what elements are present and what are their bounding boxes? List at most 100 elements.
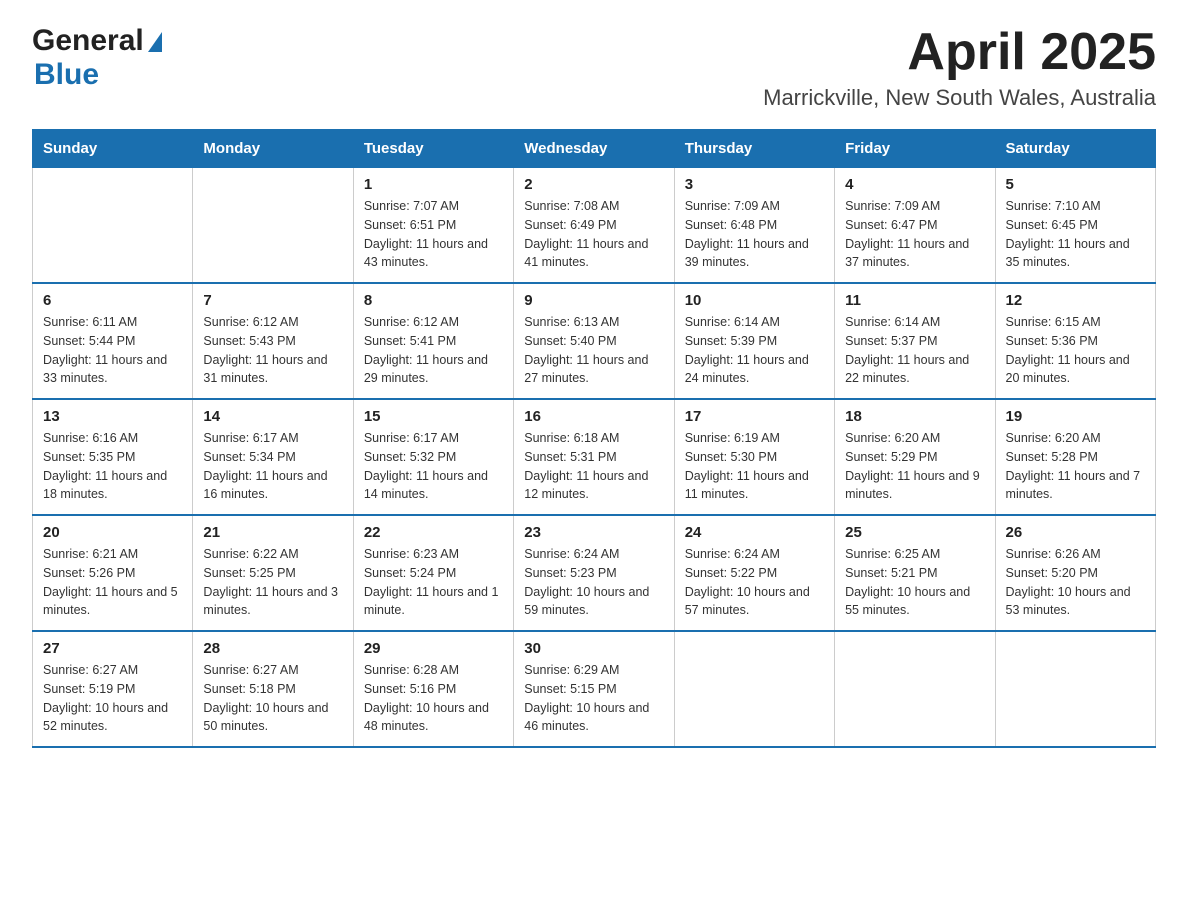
calendar-cell: 9 Sunrise: 6:13 AMSunset: 5:40 PMDaylight… (514, 283, 674, 399)
day-detail: Sunrise: 7:08 AMSunset: 6:49 PMDaylight:… (524, 197, 663, 272)
day-number: 20 (43, 524, 182, 541)
day-detail: Sunrise: 6:14 AMSunset: 5:37 PMDaylight:… (845, 313, 984, 388)
calendar-week-row: 20 Sunrise: 6:21 AMSunset: 5:26 PMDayligh… (33, 515, 1156, 631)
calendar-cell: 16Sunrise: 6:18 AMSunset: 5:31 PMDayligh… (514, 399, 674, 515)
day-detail: Sunrise: 6:15 AMSunset: 5:36 PMDaylight:… (1006, 313, 1145, 388)
calendar-cell: 4 Sunrise: 7:09 AMSunset: 6:47 PMDaylight… (835, 168, 995, 284)
day-detail: Sunrise: 6:21 AMSunset: 5:26 PMDaylight:… (43, 545, 182, 620)
day-number: 4 (845, 176, 984, 193)
calendar-week-row: 1 Sunrise: 7:07 AMSunset: 6:51 PMDaylight… (33, 168, 1156, 284)
day-number: 30 (524, 640, 663, 657)
day-detail: Sunrise: 6:24 AMSunset: 5:23 PMDaylight:… (524, 545, 663, 620)
calendar-header-row: SundayMondayTuesdayWednesdayThursdayFrid… (33, 130, 1156, 168)
day-number: 10 (685, 292, 824, 309)
calendar-cell: 15 Sunrise: 6:17 AMSunset: 5:32 PMDayligh… (353, 399, 513, 515)
day-number: 11 (845, 292, 984, 309)
day-detail: Sunrise: 6:19 AMSunset: 5:30 PMDaylight:… (685, 429, 824, 504)
logo-triangle (148, 32, 162, 52)
day-number: 14 (203, 408, 342, 425)
day-number: 28 (203, 640, 342, 657)
calendar-cell: 28 Sunrise: 6:27 AMSunset: 5:18 PMDayligh… (193, 631, 353, 747)
day-detail: Sunrise: 6:27 AMSunset: 5:19 PMDaylight:… (43, 661, 182, 736)
day-detail: Sunrise: 6:18 AMSunset: 5:31 PMDaylight:… (524, 429, 663, 504)
day-detail: Sunrise: 6:16 AMSunset: 5:35 PMDaylight:… (43, 429, 182, 504)
calendar-cell: 30 Sunrise: 6:29 AMSunset: 5:15 PMDayligh… (514, 631, 674, 747)
calendar-week-row: 13 Sunrise: 6:16 AMSunset: 5:35 PMDayligh… (33, 399, 1156, 515)
day-number: 22 (364, 524, 503, 541)
day-number: 29 (364, 640, 503, 657)
day-number: 7 (203, 292, 342, 309)
day-detail: Sunrise: 6:17 AMSunset: 5:32 PMDaylight:… (364, 429, 503, 504)
calendar-cell: 20 Sunrise: 6:21 AMSunset: 5:26 PMDayligh… (33, 515, 193, 631)
calendar-cell: 18Sunrise: 6:20 AMSunset: 5:29 PMDayligh… (835, 399, 995, 515)
day-number: 25 (845, 524, 984, 541)
calendar-cell: 24 Sunrise: 6:24 AMSunset: 5:22 PMDayligh… (674, 515, 834, 631)
day-detail: Sunrise: 6:12 AMSunset: 5:41 PMDaylight:… (364, 313, 503, 388)
calendar-header-sunday: Sunday (33, 130, 193, 168)
calendar-cell: 14 Sunrise: 6:17 AMSunset: 5:34 PMDayligh… (193, 399, 353, 515)
day-detail: Sunrise: 6:22 AMSunset: 5:25 PMDaylight:… (203, 545, 342, 620)
calendar-header-tuesday: Tuesday (353, 130, 513, 168)
calendar-cell: 13 Sunrise: 6:16 AMSunset: 5:35 PMDayligh… (33, 399, 193, 515)
calendar-cell: 26 Sunrise: 6:26 AMSunset: 5:20 PMDayligh… (995, 515, 1155, 631)
calendar-cell: 2 Sunrise: 7:08 AMSunset: 6:49 PMDaylight… (514, 168, 674, 284)
calendar-header-friday: Friday (835, 130, 995, 168)
day-detail: Sunrise: 7:07 AMSunset: 6:51 PMDaylight:… (364, 197, 503, 272)
calendar-header-wednesday: Wednesday (514, 130, 674, 168)
day-number: 3 (685, 176, 824, 193)
day-detail: Sunrise: 6:29 AMSunset: 5:15 PMDaylight:… (524, 661, 663, 736)
calendar-cell: 21 Sunrise: 6:22 AMSunset: 5:25 PMDayligh… (193, 515, 353, 631)
day-detail: Sunrise: 6:24 AMSunset: 5:22 PMDaylight:… (685, 545, 824, 620)
day-detail: Sunrise: 6:23 AMSunset: 5:24 PMDaylight:… (364, 545, 503, 620)
calendar-cell: 25Sunrise: 6:25 AMSunset: 5:21 PMDayligh… (835, 515, 995, 631)
calendar-cell (193, 168, 353, 284)
calendar-cell: 22 Sunrise: 6:23 AMSunset: 5:24 PMDayligh… (353, 515, 513, 631)
day-number: 5 (1006, 176, 1145, 193)
logo-general: General (32, 24, 144, 58)
day-detail: Sunrise: 6:11 AMSunset: 5:44 PMDaylight:… (43, 313, 182, 388)
calendar-cell: 23 Sunrise: 6:24 AMSunset: 5:23 PMDayligh… (514, 515, 674, 631)
day-number: 13 (43, 408, 182, 425)
calendar-cell (674, 631, 834, 747)
day-number: 9 (524, 292, 663, 309)
day-number: 2 (524, 176, 663, 193)
header: General Blue April 2025 Marrickville, Ne… (32, 24, 1156, 111)
calendar-cell: 6Sunrise: 6:11 AMSunset: 5:44 PMDaylight… (33, 283, 193, 399)
day-number: 15 (364, 408, 503, 425)
calendar-cell: 19Sunrise: 6:20 AMSunset: 5:28 PMDayligh… (995, 399, 1155, 515)
day-detail: Sunrise: 6:20 AMSunset: 5:29 PMDaylight:… (845, 429, 984, 504)
day-number: 23 (524, 524, 663, 541)
calendar-cell: 12 Sunrise: 6:15 AMSunset: 5:36 PMDayligh… (995, 283, 1155, 399)
day-number: 24 (685, 524, 824, 541)
calendar-header-monday: Monday (193, 130, 353, 168)
logo-blue: Blue (34, 58, 99, 91)
day-number: 1 (364, 176, 503, 193)
day-detail: Sunrise: 6:17 AMSunset: 5:34 PMDaylight:… (203, 429, 342, 504)
day-detail: Sunrise: 6:13 AMSunset: 5:40 PMDaylight:… (524, 313, 663, 388)
day-number: 27 (43, 640, 182, 657)
calendar-header-thursday: Thursday (674, 130, 834, 168)
calendar-cell: 11 Sunrise: 6:14 AMSunset: 5:37 PMDayligh… (835, 283, 995, 399)
calendar-cell (995, 631, 1155, 747)
calendar-cell: 3Sunrise: 7:09 AMSunset: 6:48 PMDaylight… (674, 168, 834, 284)
day-detail: Sunrise: 6:12 AMSunset: 5:43 PMDaylight:… (203, 313, 342, 388)
day-number: 26 (1006, 524, 1145, 541)
page-title: April 2025 (763, 24, 1156, 81)
calendar-cell: 29 Sunrise: 6:28 AMSunset: 5:16 PMDayligh… (353, 631, 513, 747)
day-detail: Sunrise: 6:14 AMSunset: 5:39 PMDaylight:… (685, 313, 824, 388)
logo: General Blue (32, 24, 162, 92)
day-detail: Sunrise: 6:27 AMSunset: 5:18 PMDaylight:… (203, 661, 342, 736)
day-number: 19 (1006, 408, 1145, 425)
day-number: 21 (203, 524, 342, 541)
page-subtitle: Marrickville, New South Wales, Australia (763, 85, 1156, 111)
day-detail: Sunrise: 6:26 AMSunset: 5:20 PMDaylight:… (1006, 545, 1145, 620)
calendar-cell (835, 631, 995, 747)
calendar-cell: 5 Sunrise: 7:10 AMSunset: 6:45 PMDaylight… (995, 168, 1155, 284)
calendar-cell: 27 Sunrise: 6:27 AMSunset: 5:19 PMDayligh… (33, 631, 193, 747)
calendar-header-saturday: Saturday (995, 130, 1155, 168)
day-number: 12 (1006, 292, 1145, 309)
calendar-cell: 7 Sunrise: 6:12 AMSunset: 5:43 PMDaylight… (193, 283, 353, 399)
day-detail: Sunrise: 6:28 AMSunset: 5:16 PMDaylight:… (364, 661, 503, 736)
day-detail: Sunrise: 7:09 AMSunset: 6:47 PMDaylight:… (845, 197, 984, 272)
day-detail: Sunrise: 7:10 AMSunset: 6:45 PMDaylight:… (1006, 197, 1145, 272)
